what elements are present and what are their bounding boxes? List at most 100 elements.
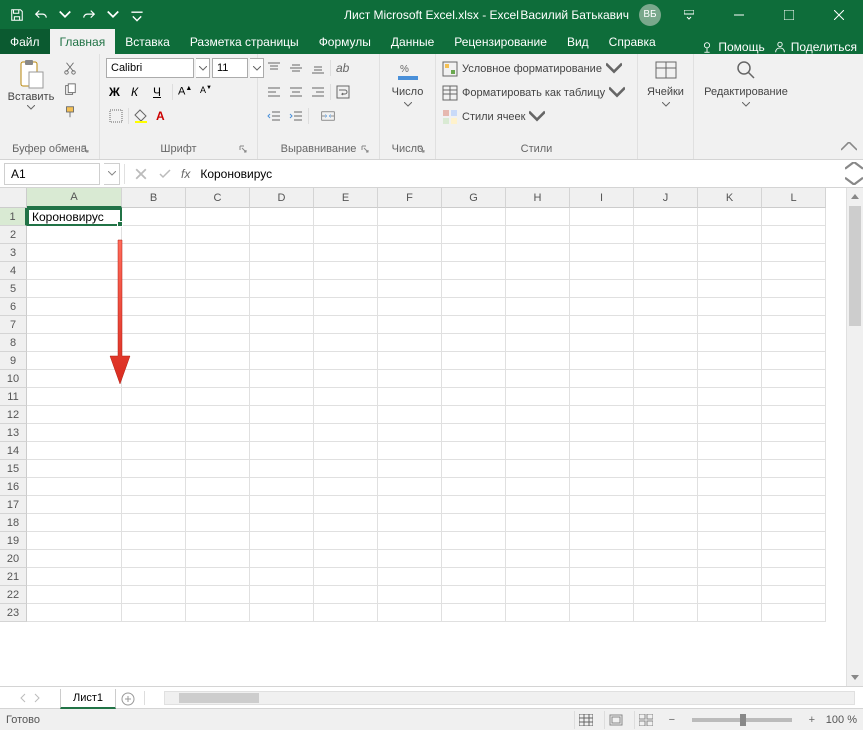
cell[interactable] xyxy=(186,568,250,586)
zoom-slider[interactable] xyxy=(692,718,792,722)
zoom-out-button[interactable]: − xyxy=(664,712,680,728)
ribbon-options-button[interactable] xyxy=(667,0,711,29)
cell[interactable] xyxy=(442,370,506,388)
cell[interactable] xyxy=(698,352,762,370)
cell[interactable] xyxy=(442,388,506,406)
cell[interactable] xyxy=(122,586,186,604)
cell[interactable] xyxy=(506,352,570,370)
cell[interactable] xyxy=(634,496,698,514)
cell[interactable] xyxy=(186,226,250,244)
active-cell[interactable]: Короновирус xyxy=(27,208,122,226)
cell[interactable] xyxy=(698,406,762,424)
cell[interactable] xyxy=(442,478,506,496)
row-header[interactable]: 4 xyxy=(0,262,27,280)
cell[interactable] xyxy=(634,460,698,478)
cell[interactable] xyxy=(314,604,378,622)
tab-file[interactable]: Файл xyxy=(0,29,50,54)
cell[interactable] xyxy=(378,550,442,568)
cell[interactable] xyxy=(186,406,250,424)
cell[interactable] xyxy=(698,298,762,316)
cell[interactable] xyxy=(698,388,762,406)
cell[interactable] xyxy=(762,280,826,298)
cell[interactable] xyxy=(27,532,122,550)
cell[interactable] xyxy=(634,532,698,550)
cell[interactable] xyxy=(762,298,826,316)
column-header[interactable]: G xyxy=(442,188,506,208)
cell[interactable] xyxy=(27,370,122,388)
zoom-in-button[interactable]: + xyxy=(804,712,820,728)
cell[interactable] xyxy=(762,550,826,568)
vertical-scrollbar[interactable] xyxy=(846,188,863,686)
cell[interactable] xyxy=(762,478,826,496)
cell[interactable] xyxy=(378,388,442,406)
cell[interactable] xyxy=(698,280,762,298)
horizontal-scrollbar[interactable] xyxy=(164,691,855,705)
cell[interactable] xyxy=(698,334,762,352)
row-header[interactable]: 5 xyxy=(0,280,27,298)
orientation-button[interactable]: ab xyxy=(333,58,353,78)
cell[interactable] xyxy=(250,316,314,334)
cell[interactable] xyxy=(762,460,826,478)
cell[interactable] xyxy=(314,208,378,226)
cell[interactable] xyxy=(442,406,506,424)
cell[interactable] xyxy=(378,460,442,478)
cell[interactable] xyxy=(506,262,570,280)
cell[interactable] xyxy=(186,244,250,262)
column-header[interactable]: H xyxy=(506,188,570,208)
cell[interactable] xyxy=(27,388,122,406)
format-painter-button[interactable] xyxy=(60,102,80,122)
row-header[interactable]: 14 xyxy=(0,442,27,460)
cell[interactable] xyxy=(634,244,698,262)
cell[interactable] xyxy=(570,370,634,388)
cell[interactable] xyxy=(250,424,314,442)
cell[interactable] xyxy=(122,460,186,478)
cell[interactable] xyxy=(442,244,506,262)
cell[interactable] xyxy=(186,550,250,568)
fx-icon[interactable]: fx xyxy=(181,167,190,181)
cell[interactable] xyxy=(442,208,506,226)
cell[interactable] xyxy=(186,208,250,226)
row-header[interactable]: 19 xyxy=(0,532,27,550)
cell[interactable] xyxy=(250,496,314,514)
cells-label[interactable]: Ячейки xyxy=(647,86,684,98)
cell[interactable] xyxy=(698,496,762,514)
cell[interactable] xyxy=(314,244,378,262)
cell[interactable] xyxy=(634,262,698,280)
cell[interactable] xyxy=(570,334,634,352)
cell[interactable] xyxy=(122,532,186,550)
cell[interactable] xyxy=(250,604,314,622)
cell[interactable] xyxy=(634,478,698,496)
cell[interactable] xyxy=(570,568,634,586)
cell[interactable] xyxy=(250,352,314,370)
cell[interactable] xyxy=(314,442,378,460)
cell[interactable] xyxy=(378,496,442,514)
cell[interactable] xyxy=(186,604,250,622)
cell[interactable] xyxy=(186,478,250,496)
cell[interactable] xyxy=(186,586,250,604)
cell[interactable] xyxy=(570,208,634,226)
font-name-combo[interactable]: Calibri xyxy=(106,58,194,78)
cell[interactable] xyxy=(634,226,698,244)
tab-page-layout[interactable]: Разметка страницы xyxy=(180,29,309,54)
cell[interactable] xyxy=(634,298,698,316)
cell[interactable] xyxy=(506,208,570,226)
cell[interactable] xyxy=(250,478,314,496)
row-header[interactable]: 13 xyxy=(0,424,27,442)
cell[interactable] xyxy=(122,514,186,532)
align-center-button[interactable] xyxy=(286,82,306,102)
cell[interactable] xyxy=(698,208,762,226)
cell[interactable] xyxy=(506,316,570,334)
cell[interactable] xyxy=(698,532,762,550)
row-header[interactable]: 12 xyxy=(0,406,27,424)
alignment-launcher[interactable] xyxy=(359,143,371,155)
cell[interactable] xyxy=(186,496,250,514)
cell[interactable] xyxy=(314,514,378,532)
paste-button[interactable]: Вставить xyxy=(6,58,56,110)
cell[interactable] xyxy=(762,244,826,262)
row-header[interactable]: 11 xyxy=(0,388,27,406)
add-sheet-button[interactable] xyxy=(116,689,140,709)
tell-me-button[interactable]: Помощь xyxy=(700,40,764,54)
page-layout-view-button[interactable] xyxy=(604,711,628,729)
cell[interactable] xyxy=(506,406,570,424)
cell[interactable] xyxy=(570,496,634,514)
